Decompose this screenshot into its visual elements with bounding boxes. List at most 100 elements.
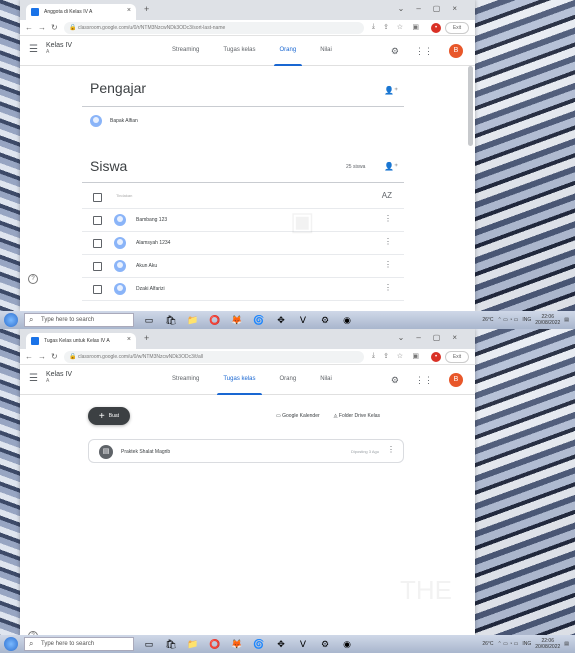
back-icon[interactable]: ← <box>25 23 33 32</box>
notification-icon[interactable]: ▤ <box>564 317 569 323</box>
vivaldi-icon[interactable]: Ⅴ <box>296 637 310 651</box>
more-vert-icon[interactable]: ⋮ <box>384 283 392 292</box>
opera-icon[interactable]: ⭕ <box>208 313 222 327</box>
more-vert-icon[interactable]: ⋮ <box>384 237 392 246</box>
student-checkbox[interactable] <box>93 262 102 271</box>
language-text[interactable]: ING <box>522 317 531 323</box>
select-all-checkbox[interactable] <box>93 193 102 202</box>
window-controls[interactable]: ⌄–▢× <box>398 4 469 13</box>
edge-icon[interactable]: 🌀 <box>252 637 266 651</box>
settings-gear-icon[interactable]: ⚙ <box>391 375 399 386</box>
scrollbar[interactable] <box>468 66 473 146</box>
tab-people[interactable]: Orang <box>268 36 309 66</box>
invite-teacher-icon[interactable]: 👤⁺ <box>384 86 398 95</box>
student-checkbox[interactable] <box>93 239 102 248</box>
firefox-icon[interactable]: 🦊 <box>230 637 244 651</box>
start-icon[interactable] <box>4 313 18 327</box>
more-vert-icon[interactable]: ⋮ <box>387 445 395 454</box>
notification-icon[interactable]: ▤ <box>564 641 569 647</box>
student-name[interactable]: Alamsyah 1234 <box>136 240 170 246</box>
class-title[interactable]: Kelas IV A <box>46 371 72 384</box>
student-name[interactable]: Dzaki Alfarizi <box>136 286 165 292</box>
forward-icon[interactable]: → <box>38 352 46 361</box>
firefox-icon[interactable]: 🦊 <box>230 313 244 327</box>
tab-classwork[interactable]: Tugas kelas <box>211 36 267 66</box>
exit-guest-button[interactable]: Exit <box>445 351 469 363</box>
download-icon[interactable]: ⤓ <box>372 23 375 31</box>
tab-classwork[interactable]: Tugas kelas <box>211 365 267 395</box>
taskbar-search-input[interactable]: Type here to search <box>24 313 134 327</box>
dropbox-icon[interactable]: ✥ <box>274 313 288 327</box>
chrome-icon[interactable]: ◉ <box>340 637 354 651</box>
chrome-icon[interactable]: ◉ <box>340 313 354 327</box>
actions-dropdown[interactable]: Tindakan <box>116 193 132 198</box>
drive-folder-link[interactable]: ◬ Folder Drive Kelas <box>334 413 380 419</box>
account-avatar[interactable]: B <box>449 373 463 387</box>
dropbox-icon[interactable]: ✥ <box>274 637 288 651</box>
folder-icon[interactable]: 📁 <box>186 637 200 651</box>
store-icon[interactable]: 🛍 <box>164 637 178 651</box>
task-view-icon[interactable]: ▭ <box>142 313 156 327</box>
profile-icon[interactable]: • <box>431 23 441 33</box>
settings-icon[interactable]: ⚙ <box>318 313 332 327</box>
class-title[interactable]: Kelas IV A <box>46 42 72 55</box>
start-icon[interactable] <box>4 637 18 651</box>
task-view-icon[interactable]: ▭ <box>142 637 156 651</box>
sort-az-icon[interactable]: A͏Z <box>382 191 392 200</box>
apps-grid-icon[interactable]: ⋮⋮ <box>415 46 433 57</box>
star-icon[interactable]: ☆ <box>397 23 403 31</box>
share-icon[interactable]: ⇪ <box>383 352 389 360</box>
url-input[interactable]: 🔒 classroom.google.com/u/0/w/NTM3NzcwNDk… <box>64 351 364 363</box>
settings-icon[interactable]: ⚙ <box>318 637 332 651</box>
language-text[interactable]: ING <box>522 641 531 647</box>
browser-tab[interactable]: Tugas Kelas untuk Kelas IV A × <box>26 333 136 349</box>
tab-stream[interactable]: Streaming <box>160 36 211 66</box>
store-icon[interactable]: 🛍 <box>164 313 178 327</box>
student-checkbox[interactable] <box>93 285 102 294</box>
tray-icons[interactable]: ⌃ ▭ ◔ ▭ <box>498 317 519 323</box>
download-icon[interactable]: ⤓ <box>372 352 375 360</box>
reload-icon[interactable]: ↻ <box>51 352 58 361</box>
taskbar-search-input[interactable]: Type here to search <box>24 637 134 651</box>
close-tab-icon[interactable]: × <box>127 7 131 14</box>
tab-people[interactable]: Orang <box>268 365 309 395</box>
share-icon[interactable]: ⇪ <box>383 23 389 31</box>
more-vert-icon[interactable]: ⋮ <box>384 214 392 223</box>
tab-grades[interactable]: Nilai <box>308 36 344 66</box>
opera-icon[interactable]: ⭕ <box>208 637 222 651</box>
new-tab-icon[interactable]: + <box>144 333 149 343</box>
star-icon[interactable]: ☆ <box>397 352 403 360</box>
settings-gear-icon[interactable]: ⚙ <box>391 46 399 57</box>
browser-tab[interactable]: Anggota di Kelas IV A × <box>26 4 136 20</box>
student-name[interactable]: Bambang 123 <box>136 217 167 223</box>
create-button[interactable]: + Buat <box>88 407 130 425</box>
student-name[interactable]: Akun Aku <box>136 263 157 269</box>
forward-icon[interactable]: → <box>38 23 46 32</box>
calendar-link[interactable]: ▭ Google Kalender <box>276 413 320 419</box>
account-avatar[interactable]: B <box>449 44 463 58</box>
clock[interactable]: 22:06 20/08/2022 <box>535 314 560 326</box>
assignment-item[interactable]: ▤ Praktek Shalat Magrib Diposting 3 Agu … <box>88 439 404 463</box>
back-icon[interactable]: ← <box>25 352 33 361</box>
profile-icon[interactable]: • <box>431 352 441 362</box>
vivaldi-icon[interactable]: Ⅴ <box>296 313 310 327</box>
reload-icon[interactable]: ↻ <box>51 23 58 32</box>
apps-grid-icon[interactable]: ⋮⋮ <box>415 375 433 386</box>
url-input[interactable]: 🔒 classroom.google.com/u/0/r/NTM3NzcwNDk… <box>64 22 364 34</box>
weather-text[interactable]: 26°C <box>482 641 493 647</box>
close-tab-icon[interactable]: × <box>127 336 131 343</box>
menu-icon[interactable]: ☰ <box>29 44 38 55</box>
folder-icon[interactable]: 📁 <box>186 313 200 327</box>
clock[interactable]: 22:06 20/08/2022 <box>535 638 560 650</box>
weather-text[interactable]: 26°C <box>482 317 493 323</box>
tab-stream[interactable]: Streaming <box>160 365 211 395</box>
help-icon[interactable]: ? <box>28 274 38 284</box>
exit-guest-button[interactable]: Exit <box>445 22 469 34</box>
sidepanel-icon[interactable]: ▣ <box>412 23 419 31</box>
tab-grades[interactable]: Nilai <box>308 365 344 395</box>
window-controls[interactable]: ⌄–▢× <box>398 333 469 342</box>
invite-student-icon[interactable]: 👤⁺ <box>384 162 398 171</box>
edge-icon[interactable]: 🌀 <box>252 313 266 327</box>
sidepanel-icon[interactable]: ▣ <box>412 352 419 360</box>
student-checkbox[interactable] <box>93 216 102 225</box>
